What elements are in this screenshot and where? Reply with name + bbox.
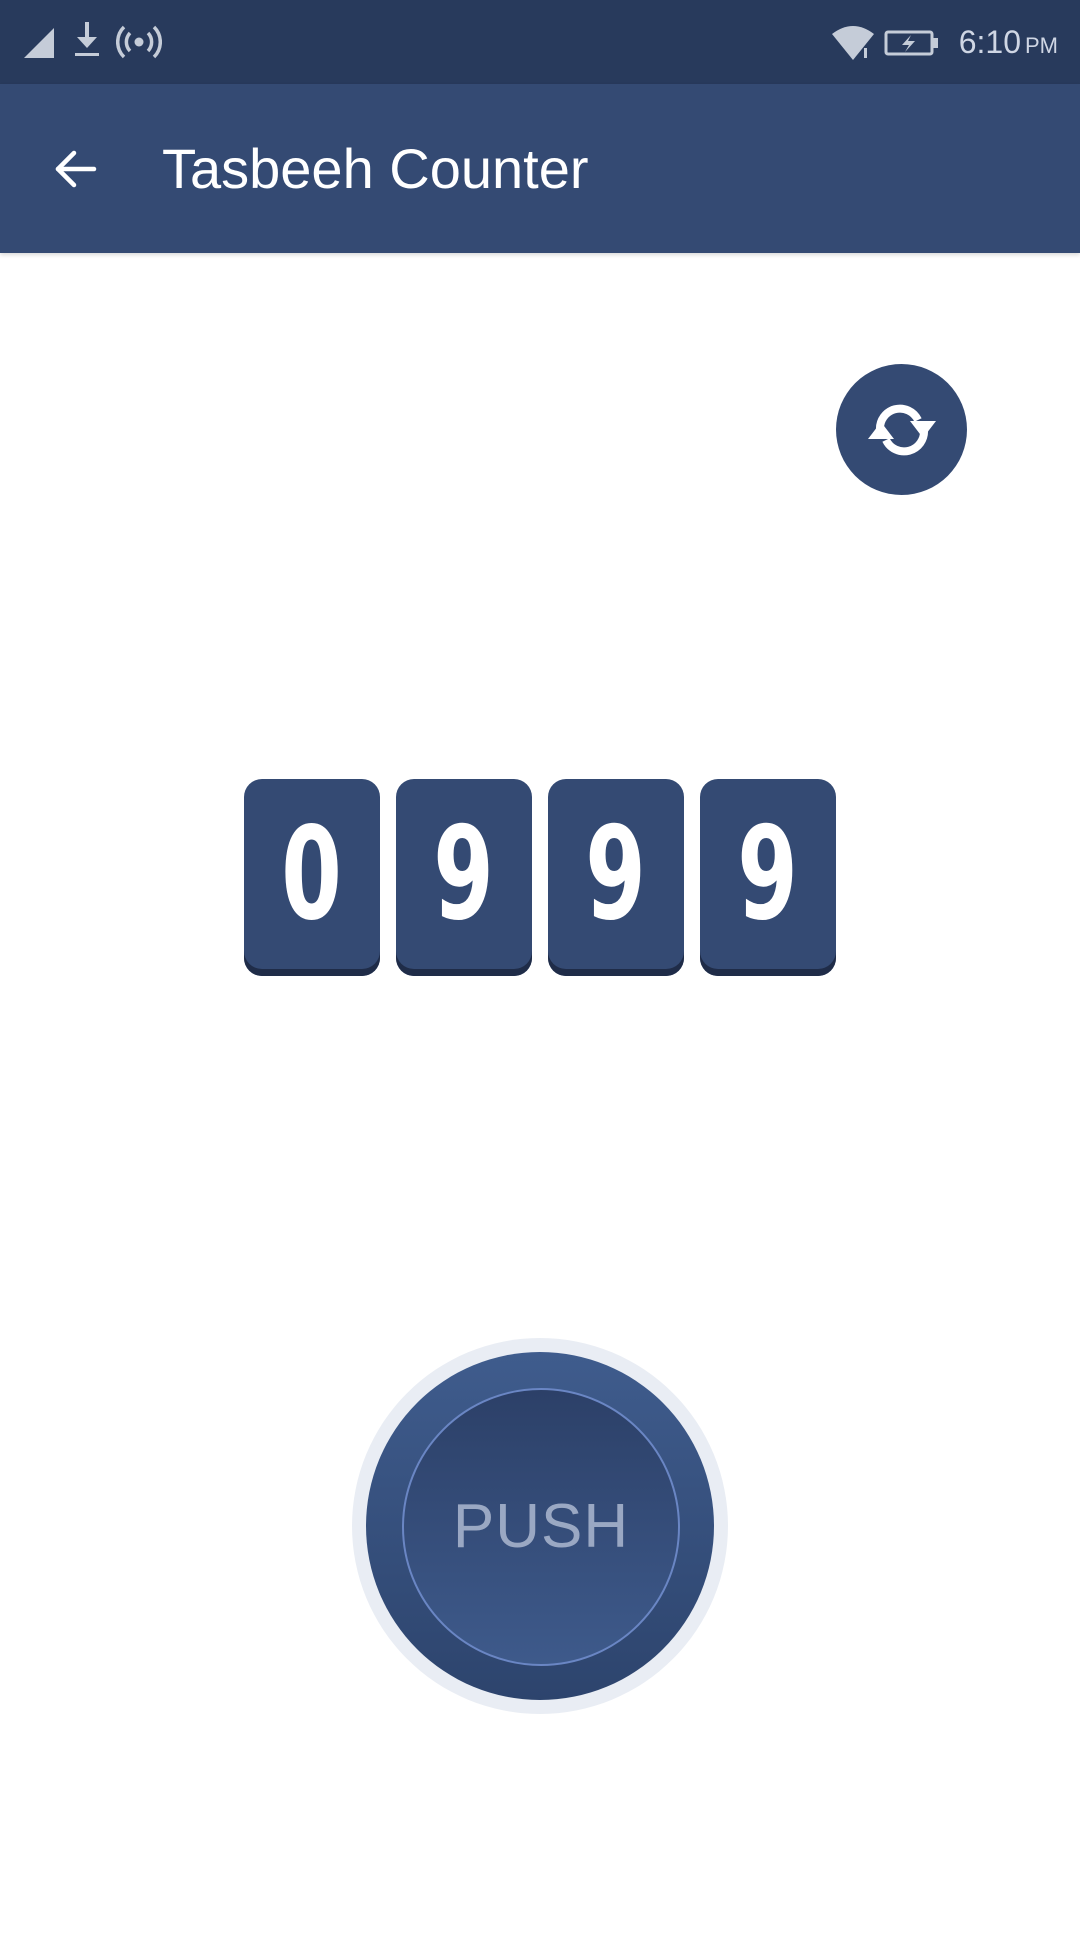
download-icon [75, 22, 99, 56]
page-title: Tasbeeh Counter [162, 137, 589, 200]
clock-am-pm: PM [1025, 33, 1058, 58]
reset-button[interactable] [836, 364, 967, 495]
counter-digit-text: 9 [433, 799, 495, 949]
counter-digit-4: 9 [700, 779, 836, 976]
push-button-label: PUSH [452, 1492, 630, 1561]
counter-digit-2: 9 [396, 779, 532, 976]
wifi-icon [832, 26, 874, 60]
counter-digit-text: 0 [281, 799, 343, 949]
counter-digit-text: 9 [737, 799, 799, 949]
status-bar: 6:10 PM [0, 0, 1080, 84]
status-time: 6:10 PM [959, 20, 1058, 68]
counter-digit-text: 9 [585, 799, 647, 949]
push-button[interactable]: PUSH [366, 1352, 714, 1700]
clock-time: 6:10 [958, 24, 1021, 60]
signal-icon [24, 28, 54, 58]
counter-digit-3: 9 [548, 779, 684, 976]
app-bar: Tasbeeh Counter [0, 84, 1080, 253]
counter-digit-1: 0 [244, 779, 380, 976]
hotspot-icon [116, 25, 162, 59]
push-button-inner: PUSH [402, 1388, 680, 1666]
arrow-left-icon [55, 150, 97, 188]
back-button[interactable] [36, 134, 114, 204]
refresh-icon [867, 404, 936, 455]
battery-charging-icon [884, 30, 938, 56]
counter-display: 0 9 9 9 [244, 779, 838, 976]
